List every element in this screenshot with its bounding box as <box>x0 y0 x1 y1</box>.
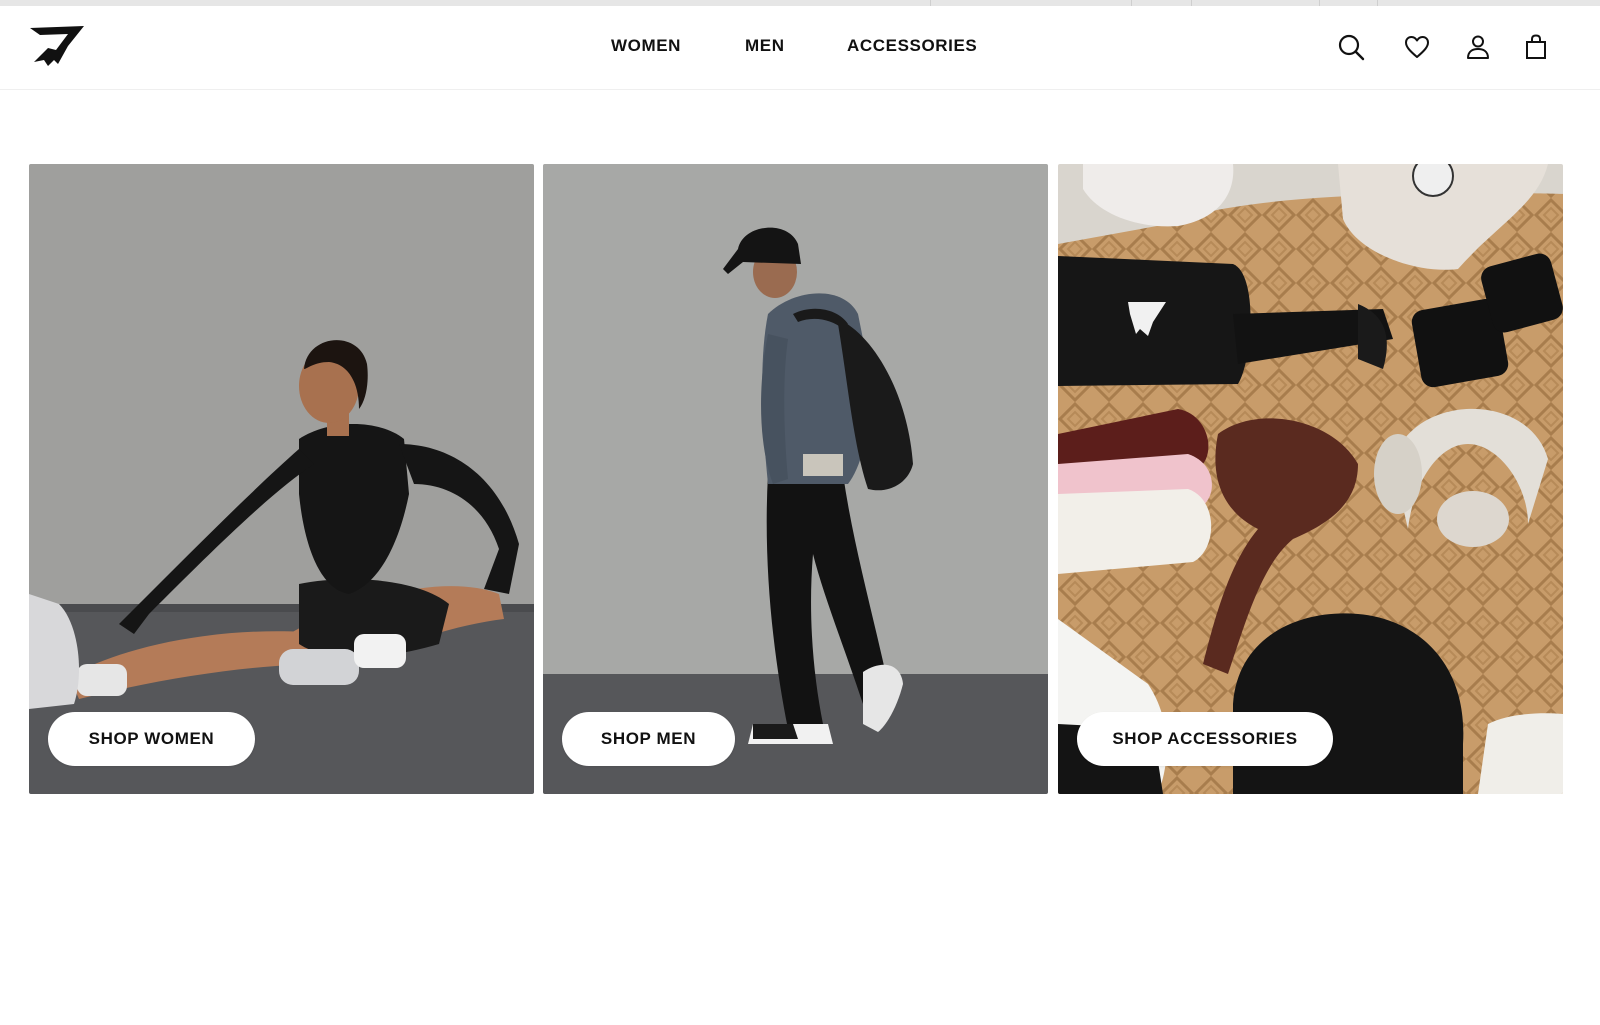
category-card-accessories[interactable]: SHOP ACCESSORIES <box>1058 164 1563 794</box>
category-card-women[interactable]: SHOP WOMEN <box>29 164 534 794</box>
site-header: WOMEN MEN ACCESSORIES <box>0 6 1600 90</box>
account-icon[interactable] <box>1463 32 1493 62</box>
bag-icon[interactable] <box>1521 32 1551 62</box>
shop-accessories-button[interactable]: SHOP ACCESSORIES <box>1077 712 1333 766</box>
nav-accessories[interactable]: ACCESSORIES <box>847 36 977 56</box>
shop-women-button[interactable]: SHOP WOMEN <box>48 712 255 766</box>
nav-women[interactable]: WOMEN <box>611 36 681 56</box>
women-hero-image <box>29 164 534 794</box>
heart-icon[interactable] <box>1402 32 1432 62</box>
nav-men[interactable]: MEN <box>745 36 785 56</box>
shop-men-button[interactable]: SHOP MEN <box>562 712 735 766</box>
category-card-men[interactable]: SHOP MEN <box>543 164 1048 794</box>
men-hero-image <box>543 164 1048 794</box>
search-icon[interactable] <box>1336 32 1366 62</box>
accessories-hero-image <box>1058 164 1563 794</box>
